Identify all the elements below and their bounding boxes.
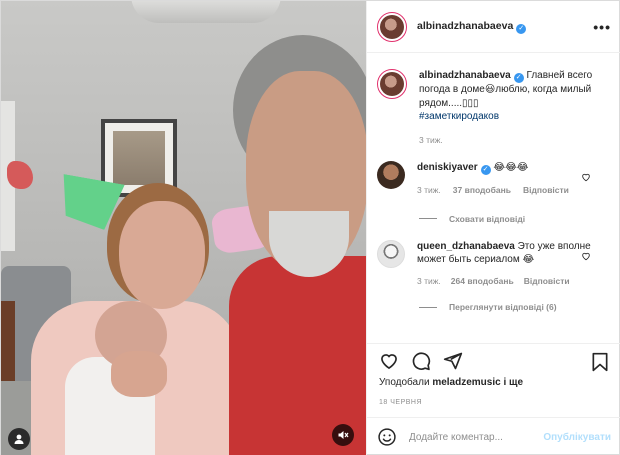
author-username[interactable]: albinadzhanabaeva ✓ <box>417 20 527 34</box>
caption-suffix: ▯▯▯ <box>462 97 479 109</box>
comments-list: albinadzhanabaeva ✓ Главней всего погода … <box>367 53 620 343</box>
comment-item: deniskiyaver ✓ 😂😂😂 3 тиж. 37 вподобань Ві… <box>377 161 611 198</box>
user-tag-button[interactable] <box>8 428 30 450</box>
comment-likes[interactable]: 37 вподобань <box>453 184 511 198</box>
caption-time[interactable]: 3 тиж. <box>419 134 443 148</box>
comment-heart-icon[interactable] <box>581 172 591 182</box>
post-date[interactable]: 18 червня <box>379 399 422 406</box>
mute-icon <box>338 431 349 439</box>
caption-username[interactable]: albinadzhanabaeva <box>419 70 511 81</box>
hashtag-link[interactable]: #заметкиродаков <box>419 111 499 122</box>
mute-button[interactable] <box>332 424 354 446</box>
hide-replies-toggle[interactable]: Сховати відповіді <box>419 214 611 224</box>
post-sidebar: albinadzhanabaeva ✓ ••• albinadzhanabaeva… <box>366 1 620 455</box>
liker-username[interactable]: meladzemusic <box>432 377 500 388</box>
hand <box>111 351 167 397</box>
bookmark-icon[interactable] <box>591 352 609 372</box>
instagram-post: albinadzhanabaeva ✓ ••• albinadzhanabaeva… <box>0 0 620 455</box>
likes-others[interactable]: і ще <box>503 377 523 388</box>
commenter-username[interactable]: deniskiyaver <box>417 162 478 173</box>
more-options-button[interactable]: ••• <box>593 19 611 35</box>
chair <box>1 301 15 381</box>
share-icon[interactable] <box>443 351 463 371</box>
action-bar <box>367 343 620 377</box>
commenter-avatar[interactable] <box>377 161 405 189</box>
comment-heart-icon[interactable] <box>581 251 591 261</box>
verified-icon: ✓ <box>480 165 491 175</box>
comment-likes[interactable]: 264 вподобань <box>451 275 514 289</box>
post-video[interactable] <box>1 1 366 455</box>
add-comment-bar: Опублікувати <box>367 417 620 455</box>
caption: albinadzhanabaeva ✓ Главней всего погода … <box>377 69 611 147</box>
likes-summary: Уподобали meladzemusic і ще <box>379 377 523 388</box>
comment-item: queen_dzhanabaeva Это уже вполне может б… <box>377 239 611 289</box>
commenter-avatar[interactable] <box>377 239 405 268</box>
caption-avatar[interactable] <box>377 69 407 99</box>
verified-icon: ✓ <box>513 73 524 83</box>
comment-icon[interactable] <box>411 351 431 371</box>
author-avatar[interactable] <box>377 11 407 42</box>
emoji-icon[interactable] <box>377 427 397 447</box>
hide-replies-label[interactable]: Сховати відповіді <box>449 214 525 224</box>
view-replies-label[interactable]: Переглянути відповіді (6) <box>449 302 557 312</box>
comment-time[interactable]: 3 тиж. <box>417 275 441 289</box>
publish-button[interactable]: Опублікувати <box>543 432 611 443</box>
comment-time[interactable]: 3 тиж. <box>417 184 441 198</box>
comment-input[interactable] <box>409 431 544 443</box>
commenter-username[interactable]: queen_dzhanabaeva <box>417 241 515 252</box>
user-tag-icon <box>14 434 24 444</box>
heart-icon[interactable] <box>379 351 399 371</box>
reply-button[interactable]: Відповісти <box>524 275 570 289</box>
woman-face <box>119 201 205 309</box>
view-replies-toggle[interactable]: Переглянути відповіді (6) <box>419 302 611 312</box>
reply-button[interactable]: Відповісти <box>523 184 569 198</box>
chandelier <box>131 1 281 23</box>
post-header: albinadzhanabaeva ✓ ••• <box>367 1 620 53</box>
author-username-text[interactable]: albinadzhanabaeva <box>417 20 513 32</box>
comment-text: 😂😂😂 <box>493 162 529 173</box>
likes-prefix: Уподобали <box>379 377 430 388</box>
verified-icon: ✓ <box>516 23 527 34</box>
